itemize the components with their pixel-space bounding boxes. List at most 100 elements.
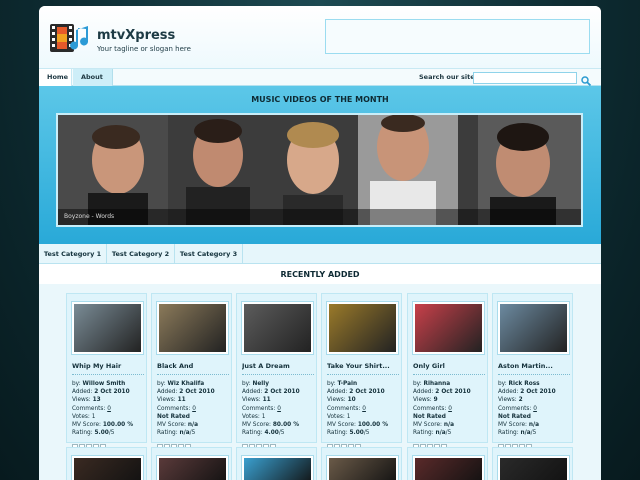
header-banner-box (325, 19, 590, 54)
video-thumbnail[interactable] (157, 302, 228, 354)
video-card[interactable]: Whip My Hair by: Willow Smith Added: 2 Oct… (66, 293, 147, 450)
mv-score-value: n/a (443, 422, 454, 429)
video-title[interactable]: Just A Dream (242, 362, 314, 375)
by-label: by: (413, 381, 422, 387)
page-container: mtvXpress Your tagline or slogan here Ho… (39, 6, 601, 480)
added-label: Added: (72, 389, 93, 396)
film-music-logo-icon (48, 20, 92, 56)
search-input[interactable] (473, 72, 577, 84)
video-grid: Whip My Hair by: Willow Smith Added: 2 Oct… (39, 284, 601, 480)
header: mtvXpress Your tagline or slogan here (39, 6, 601, 68)
nav-item-home[interactable]: Home (39, 69, 72, 86)
views-label: Views: (242, 397, 261, 404)
added-label: Added: (327, 389, 348, 396)
views-value: 2 (518, 397, 523, 404)
artist-name: Rihanna (423, 381, 451, 387)
views-value: 9 (433, 397, 438, 404)
search-icon[interactable] (580, 72, 592, 87)
video-meta: by: Nelly Added: 2 Oct 2010 Views: 11 Comme… (242, 381, 300, 437)
comments-link: 0 (533, 405, 537, 412)
video-thumbnail[interactable] (498, 456, 569, 480)
views-label: Views: (413, 397, 432, 404)
video-thumbnail[interactable] (242, 456, 313, 480)
site-title[interactable]: mtvXpress (97, 28, 175, 43)
by-label: by: (72, 381, 81, 387)
video-meta: by: Willow Smith Added: 2 Oct 2010 Views: … (72, 381, 134, 437)
video-card[interactable] (407, 447, 488, 480)
video-title[interactable]: Take Your Shirt... (327, 362, 399, 375)
comments-link: 0 (362, 405, 366, 412)
mv-score-label: MV Score: (498, 422, 527, 429)
video-card[interactable]: Aston Martin... by: Rick Ross Added: 2 Oct… (492, 293, 573, 450)
video-meta: by: Rick Ross Added: 2 Oct 2010 Views: 2 Co… (498, 381, 556, 437)
comments-link: 0 (277, 405, 281, 412)
added-value: 2 Oct 2010 (520, 389, 556, 396)
video-thumbnail[interactable] (157, 456, 228, 480)
category-tab-1[interactable]: Test Category 1 (39, 244, 107, 264)
rating-stars[interactable] (72, 435, 107, 450)
video-thumbnail[interactable] (72, 302, 143, 354)
views-value: 11 (262, 397, 271, 404)
video-thumbnail[interactable] (413, 456, 484, 480)
votes-value: 1 (261, 413, 266, 420)
added-value: 2 Oct 2010 (349, 389, 385, 396)
recently-added-title: RECENTLY ADDED (280, 270, 360, 279)
by-label: by: (242, 381, 251, 387)
video-thumbnail[interactable] (242, 302, 313, 354)
video-card[interactable]: Black And by: Wiz Khalifa Added: 2 Oct 20… (151, 293, 232, 450)
category-tab-2[interactable]: Test Category 2 (107, 244, 175, 264)
video-title[interactable]: Whip My Hair (72, 362, 144, 375)
rating-stars[interactable] (242, 435, 277, 450)
rating-stars[interactable] (498, 435, 533, 450)
video-card[interactable]: Only Girl by: Rihanna Added: 2 Oct 2010 Vie… (407, 293, 488, 450)
video-meta: by: T-Pain Added: 2 Oct 2010 Views: 10 Comm… (327, 381, 389, 437)
mv-score-value: 100.00 % (357, 422, 389, 429)
added-label: Added: (498, 389, 519, 396)
video-meta: by: Wiz Khalifa Added: 2 Oct 2010 Views: 1… (157, 381, 215, 437)
added-label: Added: (242, 389, 263, 396)
by-label: by: (498, 381, 507, 387)
video-card[interactable]: Take Your Shirt... by: T-Pain Added: 2 Oct… (321, 293, 402, 450)
added-label: Added: (413, 389, 434, 396)
video-title[interactable]: Aston Martin... (498, 362, 570, 375)
rating-stars[interactable] (327, 435, 362, 450)
video-title[interactable]: Black And (157, 362, 229, 375)
added-value: 2 Oct 2010 (94, 389, 130, 396)
video-thumbnail[interactable] (413, 302, 484, 354)
votes-label: Votes: (327, 413, 345, 420)
category-tab-3[interactable]: Test Category 3 (175, 244, 243, 264)
nav-item-about[interactable]: About (73, 69, 113, 86)
artist-name: T-Pain (337, 381, 358, 387)
video-thumbnail[interactable] (327, 302, 398, 354)
artist-name: Wiz Khalifa (167, 381, 205, 387)
comments-label: Comments: (413, 405, 447, 412)
views-value: 13 (92, 397, 101, 404)
video-thumbnail[interactable] (72, 456, 143, 480)
comments-label: Comments: (498, 405, 532, 412)
views-value: 10 (347, 397, 356, 404)
video-thumbnail[interactable] (498, 302, 569, 354)
video-card[interactable] (66, 447, 147, 480)
rating-stars[interactable] (413, 435, 448, 450)
video-card[interactable] (321, 447, 402, 480)
mv-score-value: n/a (187, 422, 198, 429)
mv-score-label: MV Score: (327, 422, 356, 429)
video-card[interactable] (492, 447, 573, 480)
comments-link: 0 (448, 405, 452, 412)
featured-video-image[interactable]: Boyzone - Words (56, 113, 583, 227)
added-value: 2 Oct 2010 (179, 389, 215, 396)
video-thumbnail[interactable] (327, 456, 398, 480)
views-label: Views: (327, 397, 346, 404)
video-card[interactable] (151, 447, 232, 480)
video-card[interactable] (236, 447, 317, 480)
votes-value: Not Rated (498, 413, 531, 420)
comments-label: Comments: (327, 405, 361, 412)
mv-score-label: MV Score: (413, 422, 442, 429)
video-meta: by: Rihanna Added: 2 Oct 2010 Views: 9 Comm… (413, 381, 471, 437)
rating-stars[interactable] (157, 435, 192, 450)
video-card[interactable]: Just A Dream by: Nelly Added: 2 Oct 2010 Vi… (236, 293, 317, 450)
by-label: by: (327, 381, 336, 387)
votes-value: Not Rated (157, 413, 190, 420)
votes-label: Votes: (242, 413, 260, 420)
video-title[interactable]: Only Girl (413, 362, 485, 375)
